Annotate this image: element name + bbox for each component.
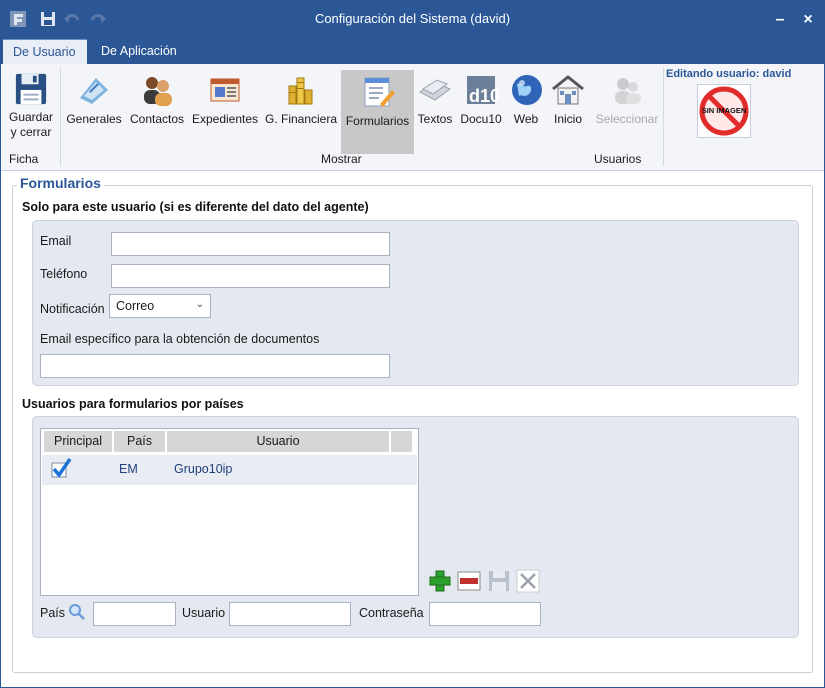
- docu10-label: Docu10: [460, 112, 502, 126]
- generales-label: Generales: [66, 112, 122, 126]
- notification-select[interactable]: Correo ⌄: [109, 294, 211, 318]
- web-label: Web: [513, 112, 539, 126]
- formularios-label: Formularios: [345, 114, 410, 128]
- doc-email-label: Email específico para la obtención de do…: [40, 332, 320, 346]
- phone-input[interactable]: [111, 264, 390, 288]
- doc-email-input[interactable]: [40, 354, 390, 378]
- textos-label: Textos: [417, 112, 453, 126]
- column-header-pais[interactable]: País: [114, 431, 166, 452]
- principal-check-icon[interactable]: [50, 457, 72, 479]
- window-title: Configuración del Sistema (david): [314, 11, 511, 26]
- web-button[interactable]: Web: [509, 68, 543, 146]
- password-input[interactable]: [429, 602, 541, 626]
- column-header-extra: [391, 431, 413, 452]
- pais-filter-input[interactable]: [93, 602, 176, 626]
- ribbon-separator: [663, 68, 664, 166]
- guardar-y-cerrar-label: Guardar y cerrar: [8, 110, 54, 139]
- contactos-button[interactable]: Contactos: [127, 68, 187, 146]
- textos-button[interactable]: Textos: [416, 68, 454, 146]
- expedientes-label: Expedientes: [191, 112, 259, 126]
- ribbon: Guardar y cerrar Generales Contactos Exp…: [1, 64, 824, 171]
- home-icon: [552, 75, 584, 105]
- ribbon-separator: [60, 68, 61, 166]
- contacts-icon: [144, 77, 172, 106]
- globe-icon: [512, 75, 542, 105]
- row-pais: EM: [119, 462, 138, 476]
- title-bar: Configuración del Sistema (david) – ×: [1, 1, 824, 39]
- no-image-text: SIN IMAGEN: [701, 106, 747, 115]
- forms-icon: [364, 77, 395, 107]
- formularios-button[interactable]: Formularios: [341, 70, 414, 154]
- editing-user-label: Editando usuario: david: [666, 68, 792, 80]
- docu10-icon: d10: [467, 76, 499, 106]
- countries-section-title: Usuarios para formularios por países: [22, 397, 244, 411]
- column-header-usuario[interactable]: Usuario: [167, 431, 390, 452]
- docu10-button[interactable]: d10 Docu10: [456, 68, 506, 146]
- remove-icon[interactable]: [457, 569, 481, 593]
- g-financiera-button[interactable]: G. Financiera: [263, 68, 339, 146]
- password-label: Contraseña: [359, 606, 424, 620]
- row-usuario: Grupo10ip: [174, 462, 233, 476]
- chevron-down-icon: ⌄: [195, 299, 204, 310]
- svg-text:d10: d10: [469, 86, 499, 106]
- main-tabs: De Usuario De Aplicación: [1, 39, 824, 64]
- email-input[interactable]: [111, 232, 390, 256]
- usuario-label: Usuario: [182, 606, 226, 620]
- expedientes-button[interactable]: Expedientes: [189, 68, 261, 146]
- save-row-icon[interactable]: [487, 569, 511, 593]
- minimize-button[interactable]: –: [767, 7, 793, 33]
- generales-button[interactable]: Generales: [64, 68, 124, 146]
- inicio-label: Inicio: [553, 112, 582, 126]
- tab-de-usuario[interactable]: De Usuario: [3, 39, 87, 64]
- contactos-label: Contactos: [129, 112, 185, 126]
- inicio-button[interactable]: Inicio: [547, 68, 589, 146]
- expedientes-icon: [210, 78, 240, 102]
- group-mostrar-label: Mostrar: [321, 152, 362, 166]
- usuario-filter-input[interactable]: [229, 602, 351, 626]
- users-icon: [615, 78, 641, 104]
- add-icon[interactable]: [428, 569, 452, 593]
- phone-label: Teléfono: [40, 267, 88, 281]
- floppy-icon: [15, 73, 47, 105]
- texts-icon: [419, 79, 451, 101]
- seleccionar-label: Seleccionar: [595, 112, 659, 126]
- group-usuarios-label: Usuarios: [594, 152, 642, 166]
- config-window: Configuración del Sistema (david) – × De…: [0, 0, 825, 688]
- table-row[interactable]: EM Grupo10ip: [42, 455, 417, 485]
- countries-grid[interactable]: Principal País Usuario EM Grupo10ip: [40, 428, 419, 596]
- email-label: Email: [40, 234, 72, 248]
- tab-de-aplicacion[interactable]: De Aplicación: [91, 39, 187, 64]
- generales-icon: [80, 78, 108, 104]
- guardar-y-cerrar-button[interactable]: Guardar y cerrar: [5, 68, 57, 146]
- fieldset-legend: Formularios: [17, 175, 104, 191]
- seleccionar-button[interactable]: Seleccionar: [592, 68, 662, 146]
- notification-value: Correo: [116, 299, 155, 313]
- coins-icon: [288, 77, 313, 105]
- notification-label: Notificación: [40, 302, 105, 316]
- close-button[interactable]: ×: [795, 7, 821, 33]
- user-avatar[interactable]: SIN IMAGEN: [697, 84, 751, 138]
- cancel-row-icon[interactable]: [516, 569, 540, 593]
- pais-label: País: [40, 606, 66, 620]
- group-ficha-label: Ficha: [9, 152, 39, 166]
- user-section-title: Solo para este usuario (si es diferente …: [22, 200, 369, 214]
- column-header-principal[interactable]: Principal: [44, 431, 113, 452]
- search-icon[interactable]: [68, 603, 86, 621]
- g-financiera-label: G. Financiera: [264, 112, 338, 126]
